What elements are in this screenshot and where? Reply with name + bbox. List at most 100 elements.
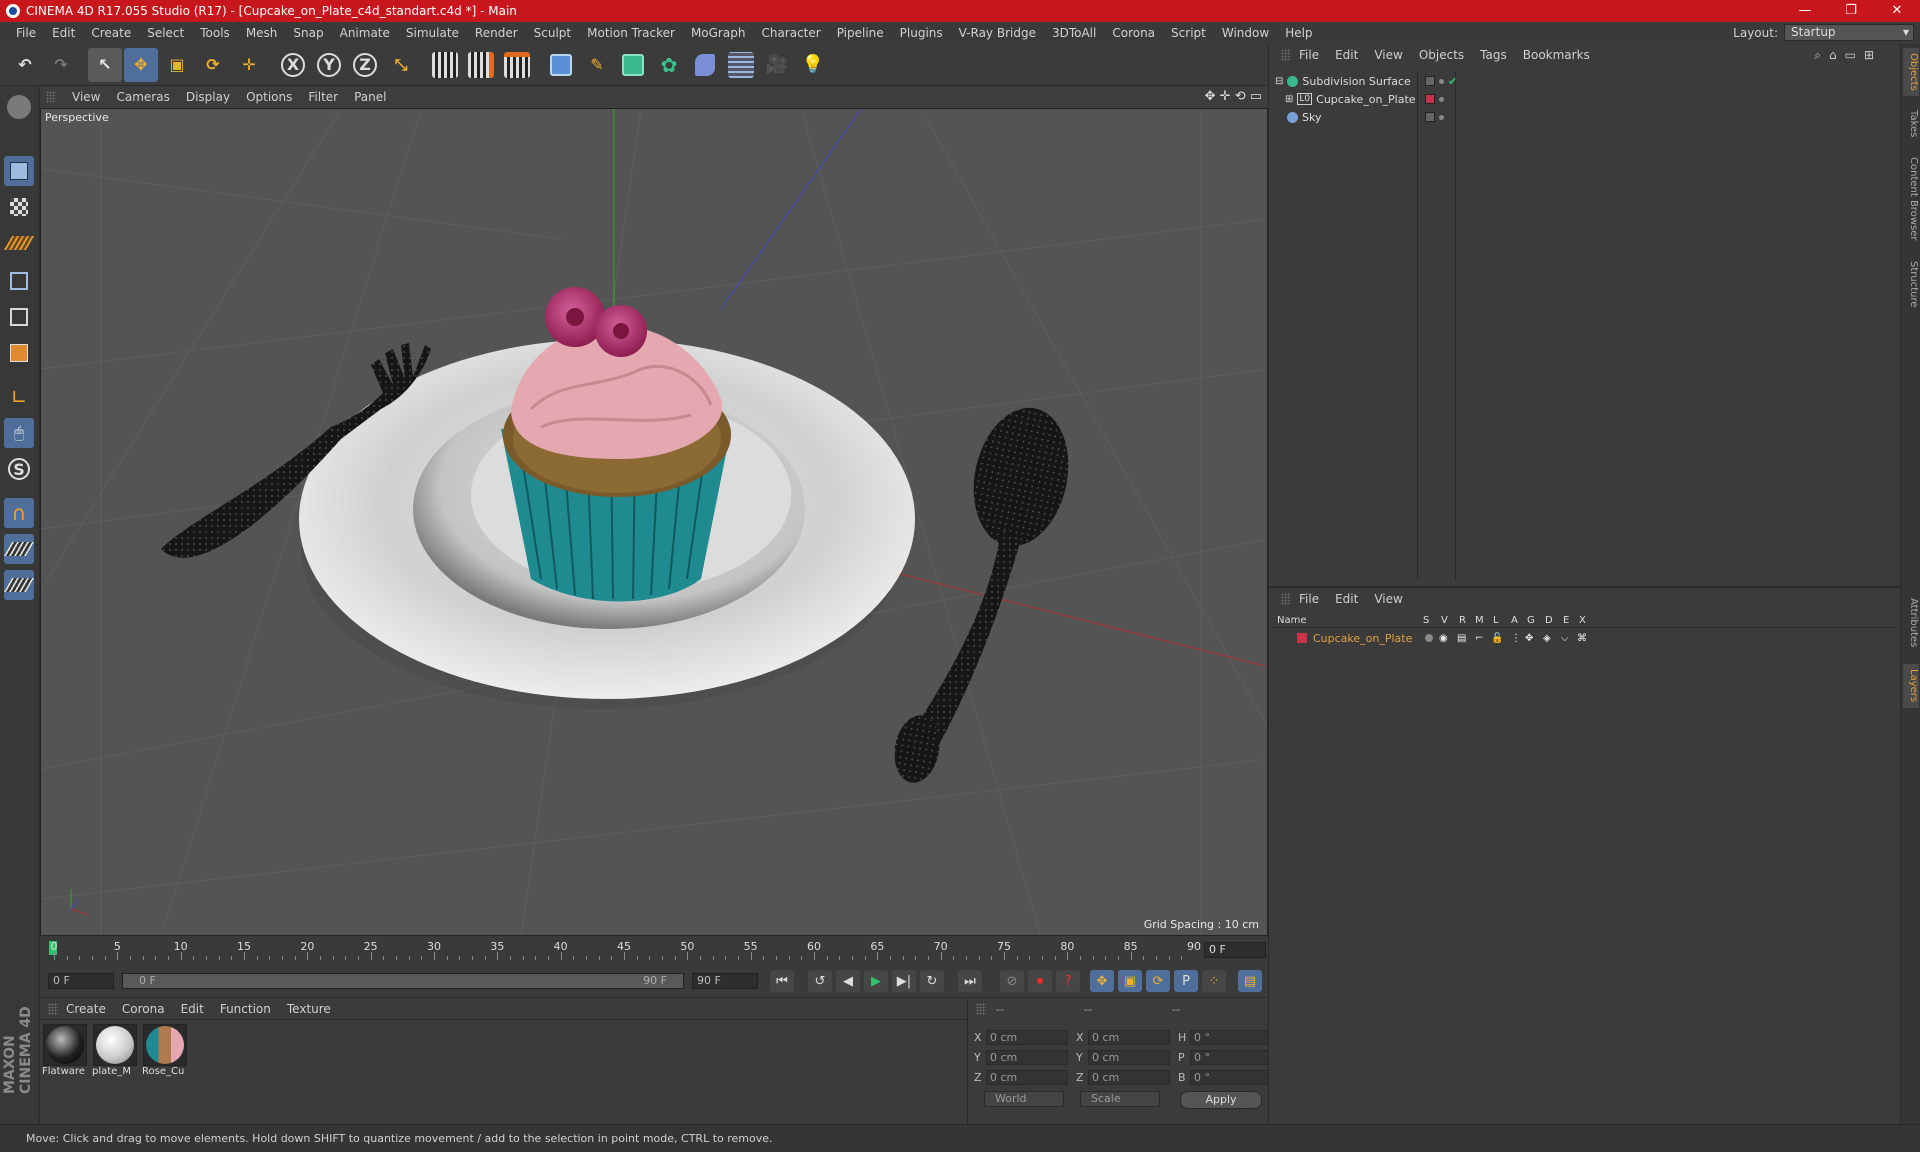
column-render[interactable]: R <box>1459 615 1466 626</box>
viewport-menu-options[interactable]: Options <box>238 90 300 104</box>
menu-animate[interactable]: Animate <box>332 26 398 40</box>
generator-icon[interactable]: ✥ <box>1525 633 1533 644</box>
menu-edit[interactable]: Edit <box>44 26 83 40</box>
visibility-dot[interactable] <box>1439 96 1444 102</box>
axis-mode-button[interactable]: ∟ <box>4 382 34 412</box>
edges-mode-button[interactable] <box>4 302 34 332</box>
snap-button[interactable]: S <box>4 454 34 484</box>
menu-snap[interactable]: Snap <box>285 26 331 40</box>
objects-menu-tags[interactable]: Tags <box>1472 48 1515 62</box>
cube-primitive-button[interactable] <box>544 48 578 82</box>
viewport-menu-cameras[interactable]: Cameras <box>108 90 177 104</box>
size-z-field[interactable]: 0 cm <box>1088 1070 1170 1085</box>
end-frame-field[interactable]: 90 F <box>692 973 758 989</box>
x-axis-lock-button[interactable]: X <box>276 48 310 82</box>
layout-dropdown[interactable]: Startup <box>1784 24 1914 41</box>
solo-dot-icon[interactable] <box>1425 634 1433 642</box>
menu-mograph[interactable]: MoGraph <box>683 26 754 40</box>
undo-button[interactable]: ↶ <box>8 48 42 82</box>
make-editable-button[interactable] <box>4 92 34 122</box>
layers-menu-view[interactable]: View <box>1366 592 1410 606</box>
enable-snap-button[interactable]: ∩ <box>4 498 34 528</box>
column-deformers[interactable]: D <box>1545 615 1553 626</box>
objects-menu-file[interactable]: File <box>1291 48 1327 62</box>
object-row-cupcake-on-plate[interactable]: ⊞ L0 Cupcake_on_Plate <box>1273 90 1897 108</box>
texture-mode-button[interactable] <box>4 192 34 222</box>
layer-color-indicator[interactable] <box>1425 94 1435 104</box>
xref-icon[interactable]: ⌘ <box>1577 633 1587 644</box>
objects-menu-bookmarks[interactable]: Bookmarks <box>1515 48 1598 62</box>
model-mode-button[interactable] <box>4 156 34 186</box>
go-to-start-button[interactable]: ⏮ <box>770 970 794 992</box>
light-button[interactable]: 💡 <box>796 48 830 82</box>
home-icon[interactable]: ⌂ <box>1829 48 1837 63</box>
layers-menu-edit[interactable]: Edit <box>1327 592 1366 606</box>
key-rotation-button[interactable]: ⟳ <box>1146 970 1170 992</box>
animation-icon[interactable]: ⋮ <box>1511 633 1521 644</box>
menu-render[interactable]: Render <box>467 26 526 40</box>
menu-motion-tracker[interactable]: Motion Tracker <box>579 26 683 40</box>
new-view-icon[interactable]: ▭ <box>1845 48 1856 63</box>
objects-menu-view[interactable]: View <box>1366 48 1410 62</box>
collapse-toggle[interactable]: ⊟ <box>1275 76 1283 87</box>
eye-icon[interactable]: ◉ <box>1439 633 1448 644</box>
menu-select[interactable]: Select <box>139 26 192 40</box>
timeline-window-button[interactable]: ▤ <box>1238 970 1262 992</box>
menu-sculpt[interactable]: Sculpt <box>526 26 579 40</box>
maximize-button[interactable]: ❐ <box>1828 0 1874 22</box>
layer-indicator[interactable] <box>1425 76 1435 86</box>
position-x-field[interactable]: 0 cm <box>986 1030 1068 1045</box>
expression-icon[interactable]: ⌵ <box>1561 633 1569 644</box>
floor-button[interactable] <box>724 48 758 82</box>
menu-mesh[interactable]: Mesh <box>238 26 286 40</box>
minimize-button[interactable]: — <box>1782 0 1828 22</box>
tab-objects[interactable]: Objects <box>1903 48 1919 96</box>
redo-button[interactable]: ↷ <box>44 48 78 82</box>
go-to-end-button[interactable]: ⏭ <box>958 970 982 992</box>
scale-mode-dropdown[interactable]: Scale <box>1080 1091 1160 1107</box>
column-xref[interactable]: X <box>1579 615 1586 626</box>
column-generators[interactable]: G <box>1527 615 1535 626</box>
render-settings-button[interactable] <box>500 48 534 82</box>
viewport-camera-label[interactable]: Perspective <box>45 111 109 124</box>
polygons-mode-button[interactable] <box>4 338 34 368</box>
menu-file[interactable]: File <box>8 26 44 40</box>
next-frame-button[interactable]: ▶| <box>892 970 916 992</box>
y-axis-lock-button[interactable]: Y <box>312 48 346 82</box>
render-view-button[interactable] <box>428 48 462 82</box>
menu-tools[interactable]: Tools <box>192 26 238 40</box>
visibility-dot[interactable] <box>1439 114 1444 120</box>
tab-content-browser[interactable]: Content Browser <box>1903 150 1919 248</box>
layer-name[interactable]: Cupcake_on_Plate <box>1313 632 1412 645</box>
previous-frame-button[interactable]: ◀ <box>836 970 860 992</box>
spline-pen-button[interactable]: ✎ <box>580 48 614 82</box>
locked-workplane-button[interactable] <box>3 534 35 564</box>
position-y-field[interactable]: 0 cm <box>986 1050 1068 1065</box>
deformer-icon[interactable]: ◈ <box>1543 633 1551 644</box>
material-menu-create[interactable]: Create <box>58 1002 114 1016</box>
rotation-b-field[interactable]: 0 ° <box>1190 1070 1272 1085</box>
tab-layers[interactable]: Layers <box>1903 664 1919 708</box>
maximize-panel-icon[interactable]: ⊞ <box>1864 48 1874 63</box>
menu-window[interactable]: Window <box>1214 26 1277 40</box>
menu-plugins[interactable]: Plugins <box>892 26 951 40</box>
menu-pipeline[interactable]: Pipeline <box>829 26 892 40</box>
material-plate[interactable]: plate_M <box>92 1024 138 1080</box>
visibility-dot[interactable] <box>1439 78 1444 84</box>
layer-indicator[interactable] <box>1425 112 1435 122</box>
key-point-level-button[interactable]: ⁘ <box>1202 970 1226 992</box>
size-x-field[interactable]: 0 cm <box>1088 1030 1170 1045</box>
viewport-menu-filter[interactable]: Filter <box>300 90 346 104</box>
z-axis-lock-button[interactable]: Z <box>348 48 382 82</box>
rotation-p-field[interactable]: 0 ° <box>1190 1050 1272 1065</box>
start-frame-field[interactable]: 0 F <box>48 973 114 989</box>
menu-simulate[interactable]: Simulate <box>398 26 467 40</box>
menu-script[interactable]: Script <box>1163 26 1214 40</box>
column-locked[interactable]: L <box>1493 615 1499 626</box>
close-button[interactable]: ✕ <box>1874 0 1920 22</box>
manager-icon[interactable]: ⌐ <box>1475 633 1483 644</box>
apply-button[interactable]: Apply <box>1180 1091 1262 1109</box>
menu-character[interactable]: Character <box>753 26 828 40</box>
layers-menu-file[interactable]: File <box>1291 592 1327 606</box>
objects-menu-edit[interactable]: Edit <box>1327 48 1366 62</box>
